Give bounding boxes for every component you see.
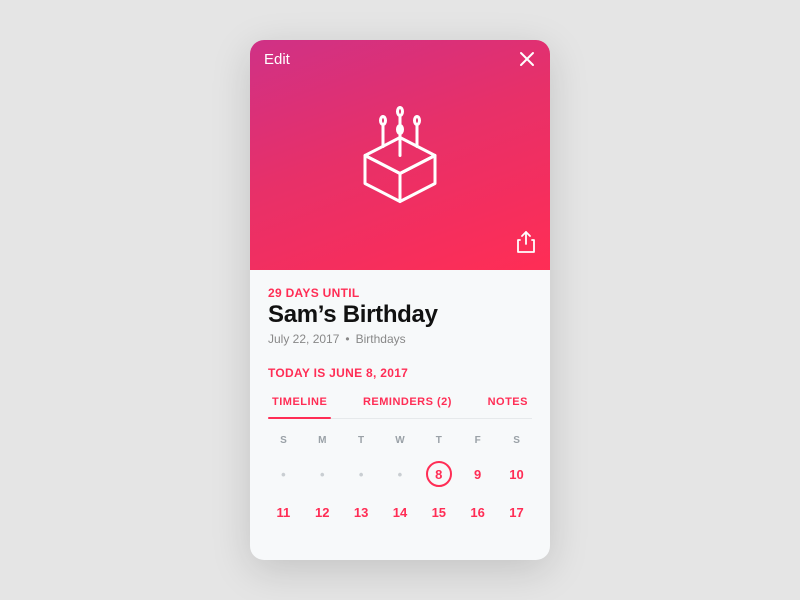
birthday-cake-icon [340, 97, 460, 222]
countdown-label: 29 DAYS UNTIL [268, 286, 532, 300]
hero-top-bar: Edit [264, 50, 536, 68]
calendar-day[interactable]: 8 [419, 452, 458, 496]
calendar-day[interactable]: • [381, 452, 420, 496]
calendar-day[interactable]: 12 [303, 496, 342, 529]
event-body: 29 DAYS UNTIL Sam’s Birthday July 22, 20… [250, 270, 550, 419]
calendar-day[interactable]: • [303, 452, 342, 496]
close-icon[interactable] [518, 50, 536, 68]
today-label: TODAY IS JUNE 8, 2017 [268, 366, 532, 380]
hero: Edit [250, 40, 550, 270]
calendar-dow: T [342, 429, 381, 452]
calendar-day[interactable]: 13 [342, 496, 381, 529]
event-date: July 22, 2017 [268, 332, 339, 346]
calendar: SMTWTFS ••••891011121314151617 [250, 419, 550, 529]
event-title: Sam’s Birthday [268, 301, 532, 329]
tab-reminders[interactable]: REMINDERS (2) [359, 396, 456, 418]
separator-dot: • [345, 332, 349, 346]
event-subtitle: July 22, 2017 • Birthdays [268, 332, 532, 346]
tabs: TIMELINE REMINDERS (2) NOTES [268, 396, 532, 419]
tab-timeline[interactable]: TIMELINE [268, 396, 331, 418]
calendar-dow: T [419, 429, 458, 452]
calendar-dow: W [381, 429, 420, 452]
calendar-dow: F [458, 429, 497, 452]
calendar-day[interactable]: 15 [419, 496, 458, 529]
calendar-table: SMTWTFS ••••891011121314151617 [264, 429, 536, 529]
tab-notes[interactable]: NOTES [484, 396, 532, 418]
share-icon[interactable] [516, 231, 536, 258]
calendar-day[interactable]: 11 [264, 496, 303, 529]
calendar-day[interactable]: 14 [381, 496, 420, 529]
calendar-day[interactable]: 10 [497, 452, 536, 496]
calendar-dow: S [497, 429, 536, 452]
calendar-dow: S [264, 429, 303, 452]
calendar-day[interactable]: 17 [497, 496, 536, 529]
calendar-day[interactable]: 16 [458, 496, 497, 529]
calendar-today-marker: 8 [426, 461, 452, 487]
event-category: Birthdays [356, 332, 406, 346]
calendar-day[interactable]: 9 [458, 452, 497, 496]
event-card: Edit [250, 40, 550, 560]
calendar-day[interactable]: • [264, 452, 303, 496]
edit-button[interactable]: Edit [264, 51, 290, 68]
calendar-dow: M [303, 429, 342, 452]
calendar-day[interactable]: • [342, 452, 381, 496]
